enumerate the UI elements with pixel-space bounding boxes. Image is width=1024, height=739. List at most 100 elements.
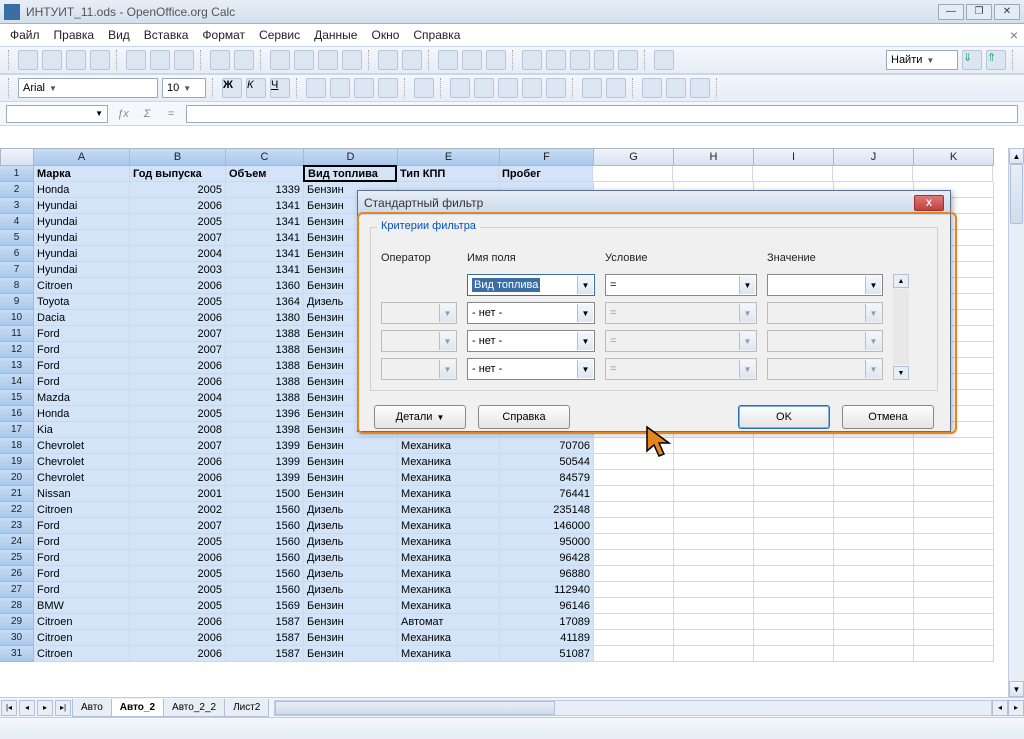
find-box[interactable]: Найти▼: [886, 50, 958, 70]
row-header[interactable]: 30: [0, 630, 34, 646]
cell[interactable]: Дизель: [304, 550, 398, 566]
cell[interactable]: 1587: [226, 630, 304, 646]
cell[interactable]: Ford: [34, 374, 130, 390]
cell[interactable]: Mazda: [34, 390, 130, 406]
sheet-tab-Авто[interactable]: Авто: [72, 699, 112, 717]
cell[interactable]: 2007: [130, 230, 226, 246]
cell[interactable]: Автомат: [398, 614, 500, 630]
paste-icon[interactable]: [318, 50, 338, 70]
cell[interactable]: [834, 550, 914, 566]
column-header-B[interactable]: B: [130, 148, 226, 166]
column-header-F[interactable]: F: [500, 148, 594, 166]
cell[interactable]: Hyundai: [34, 214, 130, 230]
merge-cells-icon[interactable]: [414, 78, 434, 98]
cell[interactable]: [674, 518, 754, 534]
font-size-box[interactable]: 10▼: [162, 78, 206, 98]
cell[interactable]: [594, 534, 674, 550]
increase-indent-icon[interactable]: [606, 78, 626, 98]
row-header[interactable]: 9: [0, 294, 34, 310]
cell[interactable]: Citroen: [34, 278, 130, 294]
cell[interactable]: [914, 534, 994, 550]
cell[interactable]: [754, 566, 834, 582]
cell[interactable]: [834, 582, 914, 598]
cell[interactable]: 1399: [226, 470, 304, 486]
cell[interactable]: 2004: [130, 246, 226, 262]
new-doc-icon[interactable]: [18, 50, 38, 70]
cell[interactable]: [674, 646, 754, 662]
cell[interactable]: 2008: [130, 422, 226, 438]
cell[interactable]: 2005: [130, 406, 226, 422]
cell[interactable]: [834, 598, 914, 614]
row-header[interactable]: 20: [0, 470, 34, 486]
cell[interactable]: Citroen: [34, 614, 130, 630]
cell[interactable]: 235148: [500, 502, 594, 518]
cell[interactable]: 95000: [500, 534, 594, 550]
cell[interactable]: [913, 166, 993, 182]
row-header[interactable]: 16: [0, 406, 34, 422]
operator-combo[interactable]: ▼: [381, 358, 457, 380]
cell[interactable]: Chevrolet: [34, 470, 130, 486]
row-header[interactable]: 7: [0, 262, 34, 278]
cell[interactable]: [594, 614, 674, 630]
cell[interactable]: [674, 486, 754, 502]
row-header[interactable]: 6: [0, 246, 34, 262]
cell[interactable]: [674, 566, 754, 582]
cell[interactable]: [754, 630, 834, 646]
cell[interactable]: Ford: [34, 582, 130, 598]
cell[interactable]: 2007: [130, 342, 226, 358]
condition-combo[interactable]: =▼: [605, 274, 757, 296]
scroll-up-icon[interactable]: ▲: [1009, 148, 1024, 164]
cell[interactable]: 96428: [500, 550, 594, 566]
cell[interactable]: [914, 486, 994, 502]
row-header[interactable]: 11: [0, 326, 34, 342]
cell[interactable]: Механика: [398, 454, 500, 470]
sheet-tab-Лист2[interactable]: Лист2: [224, 699, 269, 717]
vertical-scrollbar[interactable]: ▲ ▼: [1008, 148, 1024, 697]
cell[interactable]: [914, 502, 994, 518]
font-color-icon[interactable]: [690, 78, 710, 98]
cell[interactable]: 2005: [130, 182, 226, 198]
cell[interactable]: Бензин: [304, 598, 398, 614]
column-header-E[interactable]: E: [398, 148, 500, 166]
row-header[interactable]: 4: [0, 214, 34, 230]
hyperlink-icon[interactable]: [438, 50, 458, 70]
dialog-close-button[interactable]: X: [914, 195, 944, 211]
cell[interactable]: [754, 598, 834, 614]
borders-icon[interactable]: [642, 78, 662, 98]
cell[interactable]: 1388: [226, 342, 304, 358]
cell[interactable]: 96146: [500, 598, 594, 614]
cell[interactable]: [754, 470, 834, 486]
cell[interactable]: Ford: [34, 358, 130, 374]
cell[interactable]: Toyota: [34, 294, 130, 310]
cell[interactable]: 96880: [500, 566, 594, 582]
cell[interactable]: 146000: [500, 518, 594, 534]
row-header[interactable]: 5: [0, 230, 34, 246]
cell[interactable]: Ford: [34, 534, 130, 550]
cell[interactable]: 1388: [226, 374, 304, 390]
cell[interactable]: 1388: [226, 390, 304, 406]
cell[interactable]: [674, 454, 754, 470]
bold-icon[interactable]: Ж: [222, 78, 242, 98]
cell[interactable]: [754, 518, 834, 534]
row-header[interactable]: 1: [0, 166, 34, 182]
cell[interactable]: Марка: [34, 166, 130, 182]
cell[interactable]: Механика: [398, 566, 500, 582]
value-combo[interactable]: ▼: [767, 274, 883, 296]
minimize-button[interactable]: —: [938, 4, 964, 20]
cell[interactable]: [594, 566, 674, 582]
navigator-icon[interactable]: [546, 50, 566, 70]
align-right-icon[interactable]: [354, 78, 374, 98]
row-header[interactable]: 22: [0, 502, 34, 518]
cell[interactable]: [834, 534, 914, 550]
operator-combo[interactable]: ▼: [381, 330, 457, 352]
horizontal-scrollbar[interactable]: [274, 700, 992, 716]
cell[interactable]: [914, 470, 994, 486]
equals-icon[interactable]: =: [162, 105, 180, 123]
cell[interactable]: [753, 166, 833, 182]
document-close-icon[interactable]: ×: [1010, 27, 1018, 43]
cell[interactable]: 1341: [226, 246, 304, 262]
column-header-C[interactable]: C: [226, 148, 304, 166]
underline-icon[interactable]: Ч: [270, 78, 290, 98]
column-header-I[interactable]: I: [754, 148, 834, 166]
cell[interactable]: Дизель: [304, 518, 398, 534]
